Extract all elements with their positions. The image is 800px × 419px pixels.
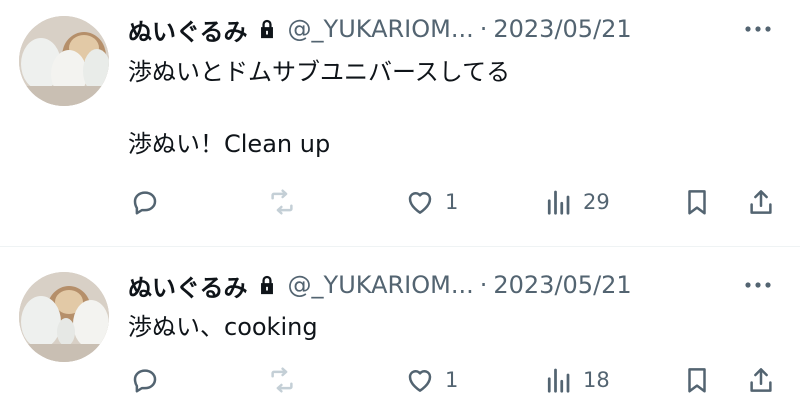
views-button[interactable]: 29	[543, 182, 610, 222]
more-icon[interactable]	[744, 280, 772, 290]
like-button[interactable]: 1	[405, 360, 458, 400]
handle[interactable]: @_YUKARIOM...	[288, 15, 474, 43]
timestamp[interactable]: 2023/05/21	[493, 271, 631, 299]
display-name[interactable]: ぬいぐるみ	[128, 268, 248, 303]
lock-icon	[260, 275, 273, 295]
view-count: 18	[583, 368, 610, 392]
retweet-button[interactable]	[267, 360, 297, 400]
tweet-header: ぬいぐるみ @_YUKARIOM... · 2023/05/21	[128, 12, 632, 46]
more-icon[interactable]	[744, 24, 772, 34]
retweet-icon	[271, 367, 293, 393]
view-count: 29	[583, 190, 610, 214]
reply-icon	[133, 369, 157, 393]
retweet-button[interactable]	[267, 182, 297, 222]
share-icon	[750, 190, 772, 214]
tweet-text: 渉ぬいとドムサブユニバースしてる 渉ぬい！Clean up	[128, 58, 511, 158]
reply-button[interactable]	[130, 182, 160, 222]
tweet-text: 渉ぬい、cooking	[128, 313, 318, 341]
tweet-header: ぬいぐるみ @_YUKARIOM... · 2023/05/21	[128, 268, 632, 302]
like-icon	[408, 192, 432, 214]
bookmark-button[interactable]	[682, 182, 712, 222]
action-bar: 1 29	[0, 182, 800, 222]
like-button[interactable]: 1	[405, 182, 458, 222]
views-icon	[547, 190, 570, 215]
lock-icon	[260, 19, 273, 39]
avatar[interactable]	[19, 16, 109, 106]
separator: ·	[479, 15, 488, 43]
timestamp[interactable]: 2023/05/21	[493, 15, 631, 43]
tweet[interactable]: ぬいぐるみ @_YUKARIOM... · 2023/05/21 渉ぬい、coo…	[0, 247, 800, 419]
like-icon	[408, 370, 432, 392]
display-name[interactable]: ぬいぐるみ	[128, 12, 248, 47]
reply-icon	[133, 191, 157, 215]
views-icon	[547, 368, 570, 393]
bookmark-icon	[688, 368, 706, 393]
bookmark-icon	[688, 190, 706, 215]
action-bar: 1 18	[0, 360, 800, 400]
bookmark-button[interactable]	[682, 360, 712, 400]
avatar[interactable]	[19, 272, 109, 362]
like-count: 1	[445, 190, 459, 214]
retweet-icon	[271, 189, 293, 215]
reply-button[interactable]	[130, 360, 160, 400]
separator: ·	[479, 271, 488, 299]
share-button[interactable]	[746, 182, 776, 222]
views-button[interactable]: 18	[543, 360, 610, 400]
tweet[interactable]: ぬいぐるみ @_YUKARIOM... · 2023/05/21 渉ぬいとドムサ…	[0, 0, 800, 246]
handle[interactable]: @_YUKARIOM...	[288, 271, 474, 299]
like-count: 1	[445, 368, 459, 392]
share-icon	[750, 368, 772, 392]
share-button[interactable]	[746, 360, 776, 400]
